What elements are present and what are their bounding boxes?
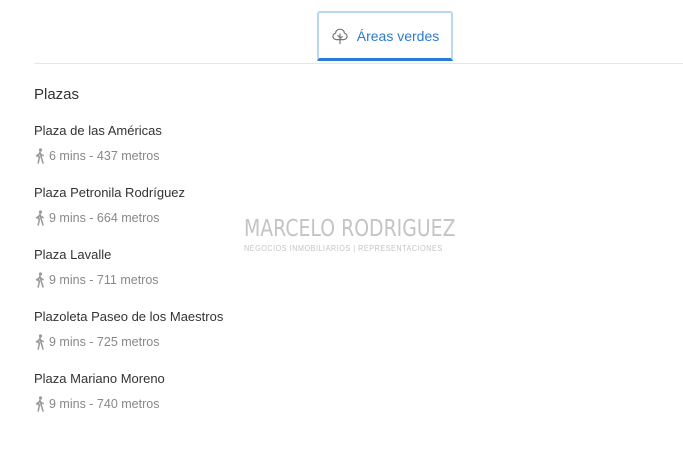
tree-icon <box>331 27 349 45</box>
place-name: Plaza Mariano Moreno <box>34 371 165 386</box>
place-name: Plazoleta Paseo de los Maestros <box>34 309 224 324</box>
walk-info: 9 mins - 725 metros <box>34 334 434 350</box>
tab-bar: Áreas verdes <box>34 0 683 64</box>
walking-person-icon <box>34 210 46 226</box>
page: Áreas verdes Plazas Plaza de las América… <box>0 0 683 450</box>
place-name: Plaza de las Américas <box>34 123 162 138</box>
walking-person-icon <box>34 396 46 412</box>
walk-distance: 9 mins - 664 metros <box>49 211 160 225</box>
walking-person-icon <box>34 272 46 288</box>
walk-info: 9 mins - 711 metros <box>34 272 434 288</box>
walk-info: 9 mins - 664 metros <box>34 210 434 226</box>
walk-distance: 9 mins - 711 metros <box>49 273 159 287</box>
tab-label: Áreas verdes <box>356 27 440 44</box>
walk-info: 9 mins - 740 metros <box>34 396 434 412</box>
list-item: Plaza de las Américas 6 mins - 437 metro… <box>34 122 434 184</box>
walk-distance: 9 mins - 740 metros <box>49 397 160 411</box>
walk-distance: 6 mins - 437 metros <box>49 149 160 163</box>
place-name: Plaza Lavalle <box>34 247 112 262</box>
places-list: Plaza de las Américas 6 mins - 437 metro… <box>34 122 434 432</box>
list-item: Plazoleta Paseo de los Maestros 9 mins -… <box>34 308 434 370</box>
section-title: Plazas <box>34 86 80 103</box>
walk-distance: 9 mins - 725 metros <box>49 335 160 349</box>
list-item: Plaza Petronila Rodríguez 9 mins - 664 m… <box>34 184 434 246</box>
list-item: Plaza Lavalle 9 mins - 711 metros <box>34 246 434 308</box>
walking-person-icon <box>34 148 46 164</box>
list-item: Plaza Mariano Moreno 9 mins - 740 metros <box>34 370 434 432</box>
walking-person-icon <box>34 334 46 350</box>
walk-info: 6 mins - 437 metros <box>34 148 434 164</box>
place-name: Plaza Petronila Rodríguez <box>34 185 186 200</box>
tab-areas-verdes[interactable]: Áreas verdes <box>317 11 453 61</box>
